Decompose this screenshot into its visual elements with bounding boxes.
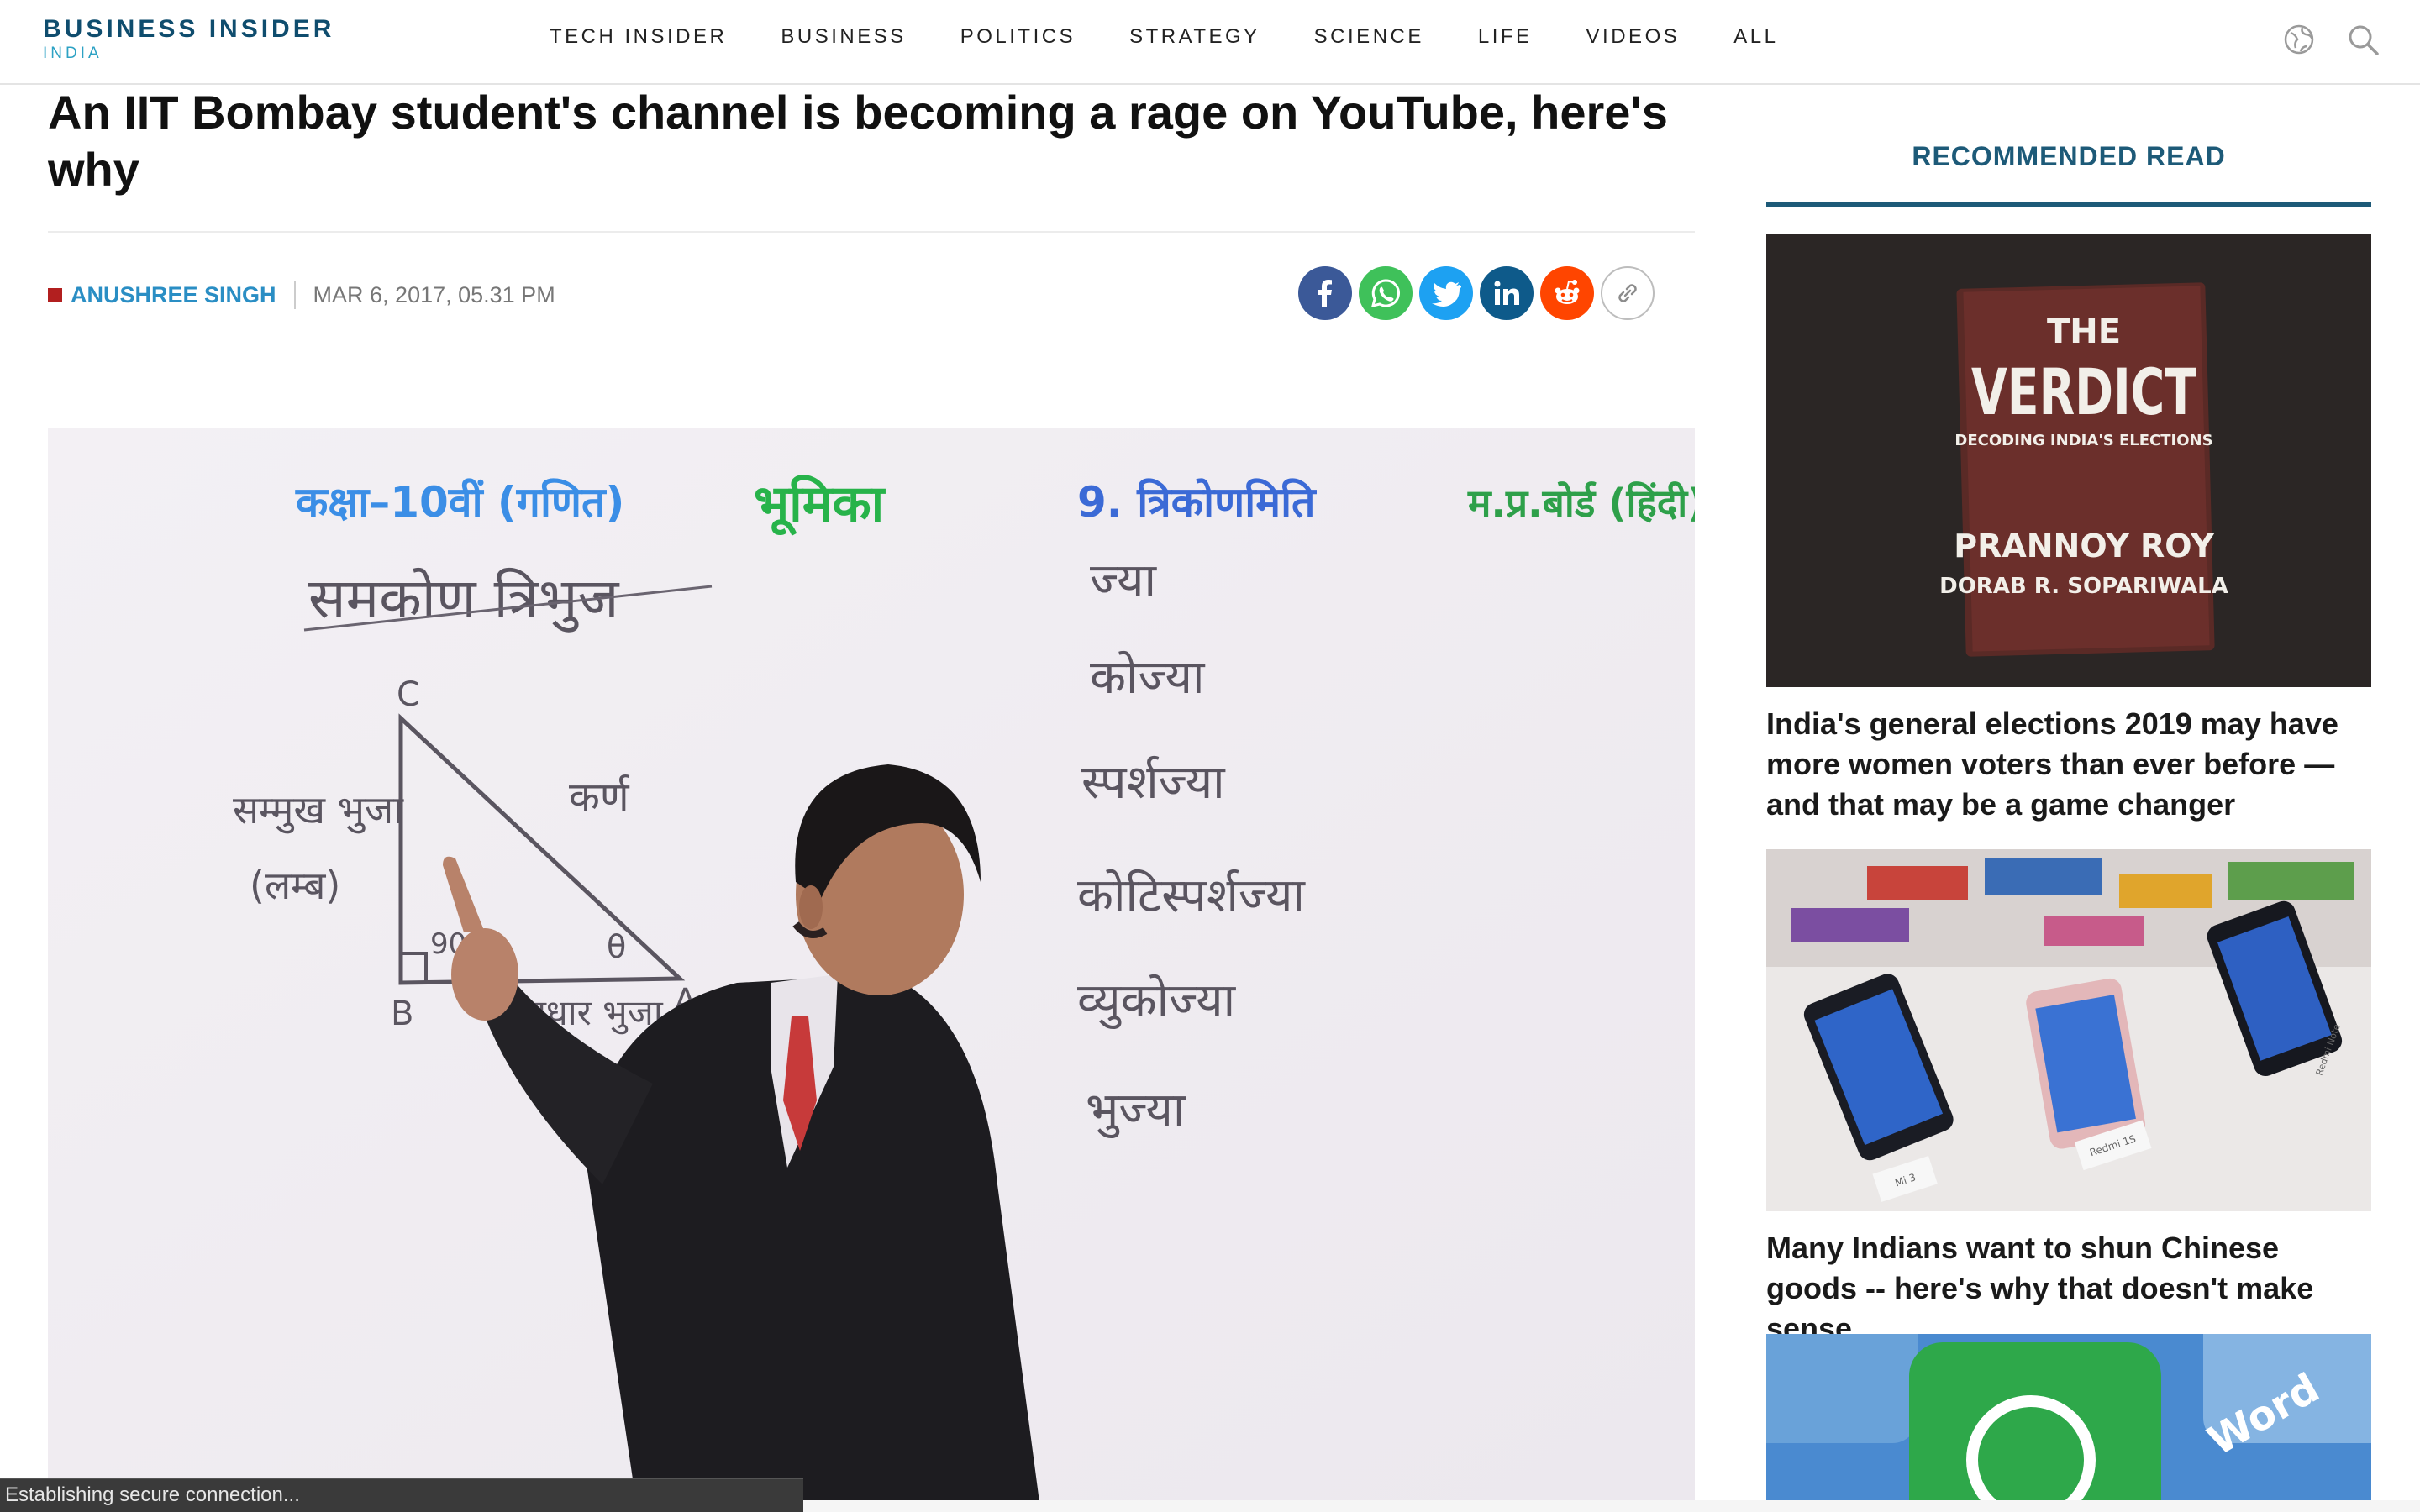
board-vertex-c: C [397,675,420,714]
board-right-triangle-title: समकोण त्रिभुज [308,566,619,633]
whatsapp-app-illustration: Word [1766,1334,2371,1502]
nav-item-life[interactable]: LIFE [1478,25,1533,49]
recommended-read-divider [1766,202,2371,207]
facebook-icon [1318,280,1332,307]
byline-separator [293,281,296,309]
globe-icon[interactable] [2282,23,2316,56]
twitter-icon [1432,281,1461,307]
board-hypotenuse-label: कर्ण [569,774,630,821]
browser-status-bar: Establishing secure connection... [0,1478,803,1512]
board-term-2: कोज्या [1090,650,1206,705]
top-navigation-bar: BUSINESS INSIDER INDIA TECH INSIDER BUSI… [0,0,2420,85]
reddit-share-button[interactable] [1540,266,1594,320]
whiteboard-lesson-illustration: कक्षा–10वीं (गणित) भूमिका 9. त्रिकोणमिति… [48,428,1695,1502]
copy-link-button[interactable] [1601,266,1655,320]
book-author-1: PRANNOY ROY [1954,528,2214,564]
board-opposite-side-label: सम्मुख भुजा [233,787,404,834]
nav-item-strategy[interactable]: STRATEGY [1129,25,1260,49]
board-class-label: कक्षा–10वीं (गणित) [295,478,624,527]
publish-date: MAR 6, 2017, 05.31 PM [313,281,555,307]
share-buttons [1298,266,1661,320]
board-term-5: व्युकोज्या [1077,974,1237,1030]
byline: ANUSHREE SINGH MAR 6, 2017, 05.31 PM [48,281,555,309]
article-headline: An IIT Bombay student's channel is becom… [48,86,1668,196]
linkedin-share-button[interactable] [1480,266,1534,320]
recommended-card-2-image[interactable]: Mi 3 Redmi 1S Redmi Note [1766,849,2371,1211]
board-perpendicular-label: (लम्ब) [250,863,340,908]
recommended-card-1-title[interactable]: India's general elections 2019 may have … [1766,704,2371,825]
headline-divider [48,231,1695,233]
nav-item-videos[interactable]: VIDEOS [1586,25,1681,49]
site-logo[interactable]: BUSINESS INSIDER [43,15,334,44]
board-term-3: स्पर्शज्या [1081,755,1226,810]
recommended-read-heading: RECOMMENDED READ [1912,141,2226,171]
whatsapp-icon [1370,279,1400,308]
nav-item-all[interactable]: ALL [1733,25,1778,49]
nav-item-politics[interactable]: POLITICS [960,25,1076,49]
board-board-label: म.प्र.बोर्ड (हिंदी) [1467,480,1695,526]
page-bottom-strip [803,1500,2420,1512]
twitter-share-button[interactable] [1419,266,1473,320]
board-angle-theta: θ [607,928,626,965]
book-subtitle: DECODING INDIA'S ELECTIONS [1954,432,2212,449]
site-logo-region: INDIA [43,45,103,62]
book-author-2: DORAB R. SOPARIWALA [1939,574,2228,599]
recommended-card-3-image[interactable]: Word [1766,1334,2371,1502]
board-vertex-b: B [391,995,413,1033]
reddit-icon [1555,280,1580,304]
article-hero-image: कक्षा–10वीं (गणित) भूमिका 9. त्रिकोणमिति… [48,428,1695,1502]
linkedin-icon [1494,281,1519,305]
board-topic-intro: भूमिका [754,475,886,536]
nav-item-tech-insider[interactable]: TECH INSIDER [550,25,727,49]
board-term-1: ज्या [1090,554,1158,608]
whatsapp-share-button[interactable] [1359,266,1413,320]
board-term-6: भुज्या [1086,1083,1186,1139]
book-cover-illustration: THE VERDICT DECODING INDIA'S ELECTIONS P… [1766,234,2371,687]
smartphones-display-illustration: Mi 3 Redmi 1S Redmi Note [1766,849,2371,1211]
board-term-4: कोटिस्पर्शज्या [1077,869,1306,923]
link-icon [1618,284,1637,302]
board-chapter-label: 9. त्रिकोणमिति [1077,478,1317,527]
book-title-line-1: THE [2047,312,2121,351]
facebook-share-button[interactable] [1298,266,1352,320]
nav-item-science[interactable]: SCIENCE [1314,25,1424,49]
author-marker [48,287,62,302]
nav-item-business[interactable]: BUSINESS [781,25,906,49]
main-nav: TECH INSIDER BUSINESS POLITICS STRATEGY … [550,25,1832,49]
search-icon[interactable] [2346,23,2380,56]
book-title-line-2: VERDICT [1971,354,2196,429]
recommended-card-1-image[interactable]: THE VERDICT DECODING INDIA'S ELECTIONS P… [1766,234,2371,687]
author-link[interactable]: ANUSHREE SINGH [71,282,276,308]
recommended-card-2-title[interactable]: Many Indians want to shun Chinese goods … [1766,1228,2371,1349]
